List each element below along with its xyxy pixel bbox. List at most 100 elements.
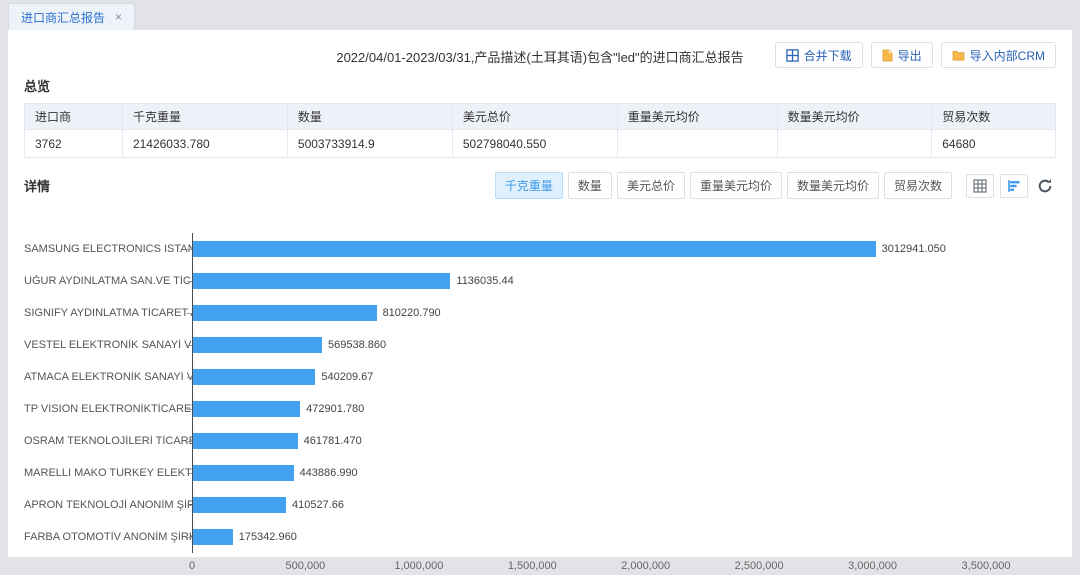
table-cell: 5003733914.9: [287, 130, 452, 158]
tab-importer-summary-report[interactable]: 进口商汇总报告 ×: [8, 3, 135, 30]
x-axis-tick-label: 1,500,000: [508, 560, 557, 572]
category-label: OSRAM TEKNOLOJİLERİ TİCARET AN...: [24, 435, 192, 447]
export-label: 导出: [898, 47, 922, 64]
bar[interactable]: [193, 433, 298, 449]
x-axis-tick-label: 3,500,000: [962, 560, 1011, 572]
tab-label: 进口商汇总报告: [21, 9, 105, 26]
column-header: 数量: [287, 104, 452, 130]
value-label: 443886.990: [300, 467, 358, 479]
metric-tab-0[interactable]: 千克重量: [495, 172, 563, 199]
x-axis-tick-label: 2,000,000: [621, 560, 670, 572]
chart-row: VESTEL ELEKTRONİK SANAYİ VE Tİ... 569538.…: [24, 329, 986, 361]
chart-row: SIGNIFY AYDINLATMA TİCARET ANO...810220.…: [24, 297, 986, 329]
category-label: VESTEL ELEKTRONİK SANAYİ VE Tİ...: [24, 339, 192, 351]
merge-download-label: 合并下载: [804, 47, 852, 64]
header-actions: 合并下载 导出 导入内部CRM: [775, 42, 1056, 68]
bar[interactable]: [193, 465, 294, 481]
bar-chart-rows: SAMSUNG ELECTRONICS ISTANBUL P... 3012941…: [24, 233, 986, 553]
value-label: 410527.66: [292, 499, 344, 511]
plot-area: 569538.860: [192, 329, 986, 361]
value-label: 1136035.44: [456, 275, 513, 287]
plot-area: 461781.470: [192, 425, 986, 457]
details-section-title: 详情: [24, 176, 50, 195]
category-label: FARBA OTOMOTİV ANONİM ŞİRKETİ: [24, 531, 192, 543]
plot-area: 540209.67: [192, 361, 986, 393]
merge-download-icon: [786, 49, 799, 62]
value-label: 175342.960: [239, 531, 297, 543]
plot-area: 443886.990: [192, 457, 986, 489]
value-label: 461781.470: [304, 435, 362, 447]
x-axis-tick-label: 3,000,000: [848, 560, 897, 572]
close-icon[interactable]: ×: [115, 11, 122, 23]
category-label: UĞUR AYDINLATMA SAN.VE TİC.LTD...: [24, 275, 192, 287]
metric-tab-5[interactable]: 贸易次数: [884, 172, 952, 199]
details-toolbar: 详情 千克重量数量美元总价重量美元均价数量美元均价贸易次数: [24, 172, 1056, 199]
import-crm-button[interactable]: 导入内部CRM: [941, 42, 1056, 68]
view-switch-group: [966, 174, 1056, 198]
bar[interactable]: [193, 497, 286, 513]
x-axis-tick-label: 1,000,000: [394, 560, 443, 572]
plot-area: 472901.780: [192, 393, 986, 425]
category-label: APRON TEKNOLOJİ ANONİM ŞİRKETİ: [24, 499, 192, 511]
table-cell: 64680: [932, 130, 1056, 158]
import-crm-label: 导入内部CRM: [970, 47, 1045, 64]
x-axis-tick-label: 500,000: [286, 560, 326, 572]
import-crm-icon: [952, 50, 965, 61]
report-header: 2022/04/01-2023/03/31,产品描述(土耳其语)包含"led"的…: [24, 38, 1056, 74]
value-label: 540209.67: [321, 371, 373, 383]
table-view-icon[interactable]: [966, 174, 994, 198]
overview-section-title: 总览: [24, 76, 1056, 95]
table-cell: 3762: [25, 130, 123, 158]
plot-area: 810220.790: [192, 297, 986, 329]
report-panel: 2022/04/01-2023/03/31,产品描述(土耳其语)包含"led"的…: [8, 30, 1072, 557]
value-label: 3012941.050: [882, 243, 946, 255]
bar[interactable]: [193, 401, 300, 417]
category-label: MARELLI MAKO TURKEY ELEKTRİK S...: [24, 467, 192, 479]
metric-tab-group: 千克重量数量美元总价重量美元均价数量美元均价贸易次数: [495, 172, 952, 199]
category-label: SIGNIFY AYDINLATMA TİCARET ANO...: [24, 307, 192, 319]
export-button[interactable]: 导出: [871, 42, 933, 68]
column-header: 重量美元均价: [617, 104, 777, 130]
column-header: 千克重量: [122, 104, 287, 130]
metric-tab-1[interactable]: 数量: [568, 172, 612, 199]
column-header: 进口商: [25, 104, 123, 130]
category-label: SAMSUNG ELECTRONICS ISTANBUL P...: [24, 243, 192, 255]
chart-row: APRON TEKNOLOJİ ANONİM ŞİRKETİ 410527.66: [24, 489, 986, 521]
metric-tab-2[interactable]: 美元总价: [617, 172, 685, 199]
table-cell: 502798040.550: [452, 130, 617, 158]
category-label: TP VISION ELEKTRONİKTİCARET AN...: [24, 403, 192, 415]
chart-row: FARBA OTOMOTİV ANONİM ŞİRKETİ 175342.960: [24, 521, 986, 553]
chart-row: ATMACA ELEKTRONİK SANAYİ VE Tİ... 540209.…: [24, 361, 986, 393]
refresh-icon[interactable]: [1034, 174, 1056, 198]
x-axis-tick-label: 2,500,000: [735, 560, 784, 572]
column-header: 数量美元均价: [777, 104, 932, 130]
table-header-row: 进口商千克重量数量美元总价重量美元均价数量美元均价贸易次数: [25, 104, 1056, 130]
merge-download-button[interactable]: 合并下载: [775, 42, 863, 68]
bar[interactable]: [193, 273, 450, 289]
table-row: 376221426033.7805003733914.9502798040.55…: [25, 130, 1056, 158]
bar[interactable]: [193, 337, 322, 353]
category-label: ATMACA ELEKTRONİK SANAYİ VE Tİ...: [24, 371, 192, 383]
details-controls: 千克重量数量美元总价重量美元均价数量美元均价贸易次数: [495, 172, 1056, 199]
chart-row: UĞUR AYDINLATMA SAN.VE TİC.LTD... 1136035…: [24, 265, 986, 297]
column-header: 美元总价: [452, 104, 617, 130]
bar[interactable]: [193, 529, 233, 545]
metric-tab-3[interactable]: 重量美元均价: [690, 172, 782, 199]
table-cell: [777, 130, 932, 158]
bar-chart-view-icon[interactable]: [1000, 174, 1028, 198]
overview-table: 进口商千克重量数量美元总价重量美元均价数量美元均价贸易次数 3762214260…: [24, 103, 1056, 158]
value-label: 569538.860: [328, 339, 386, 351]
x-axis-tick-label: 0: [189, 560, 195, 572]
chart-row: SAMSUNG ELECTRONICS ISTANBUL P... 3012941…: [24, 233, 986, 265]
chart-row: OSRAM TEKNOLOJİLERİ TİCARET AN... 461781.…: [24, 425, 986, 457]
chart-row: TP VISION ELEKTRONİKTİCARET AN...472901.…: [24, 393, 986, 425]
bar[interactable]: [193, 305, 377, 321]
metric-tab-4[interactable]: 数量美元均价: [787, 172, 879, 199]
plot-area: 410527.66: [192, 489, 986, 521]
tab-bar: 进口商汇总报告 ×: [0, 0, 1080, 30]
x-axis: 0 500,000 1,000,000 1,500,000 2,000,000 2,500…: [192, 553, 986, 575]
export-icon: [882, 49, 893, 62]
bar[interactable]: [193, 369, 315, 385]
chart-row: MARELLI MAKO TURKEY ELEKTRİK S... 443886.…: [24, 457, 986, 489]
bar[interactable]: [193, 241, 876, 257]
